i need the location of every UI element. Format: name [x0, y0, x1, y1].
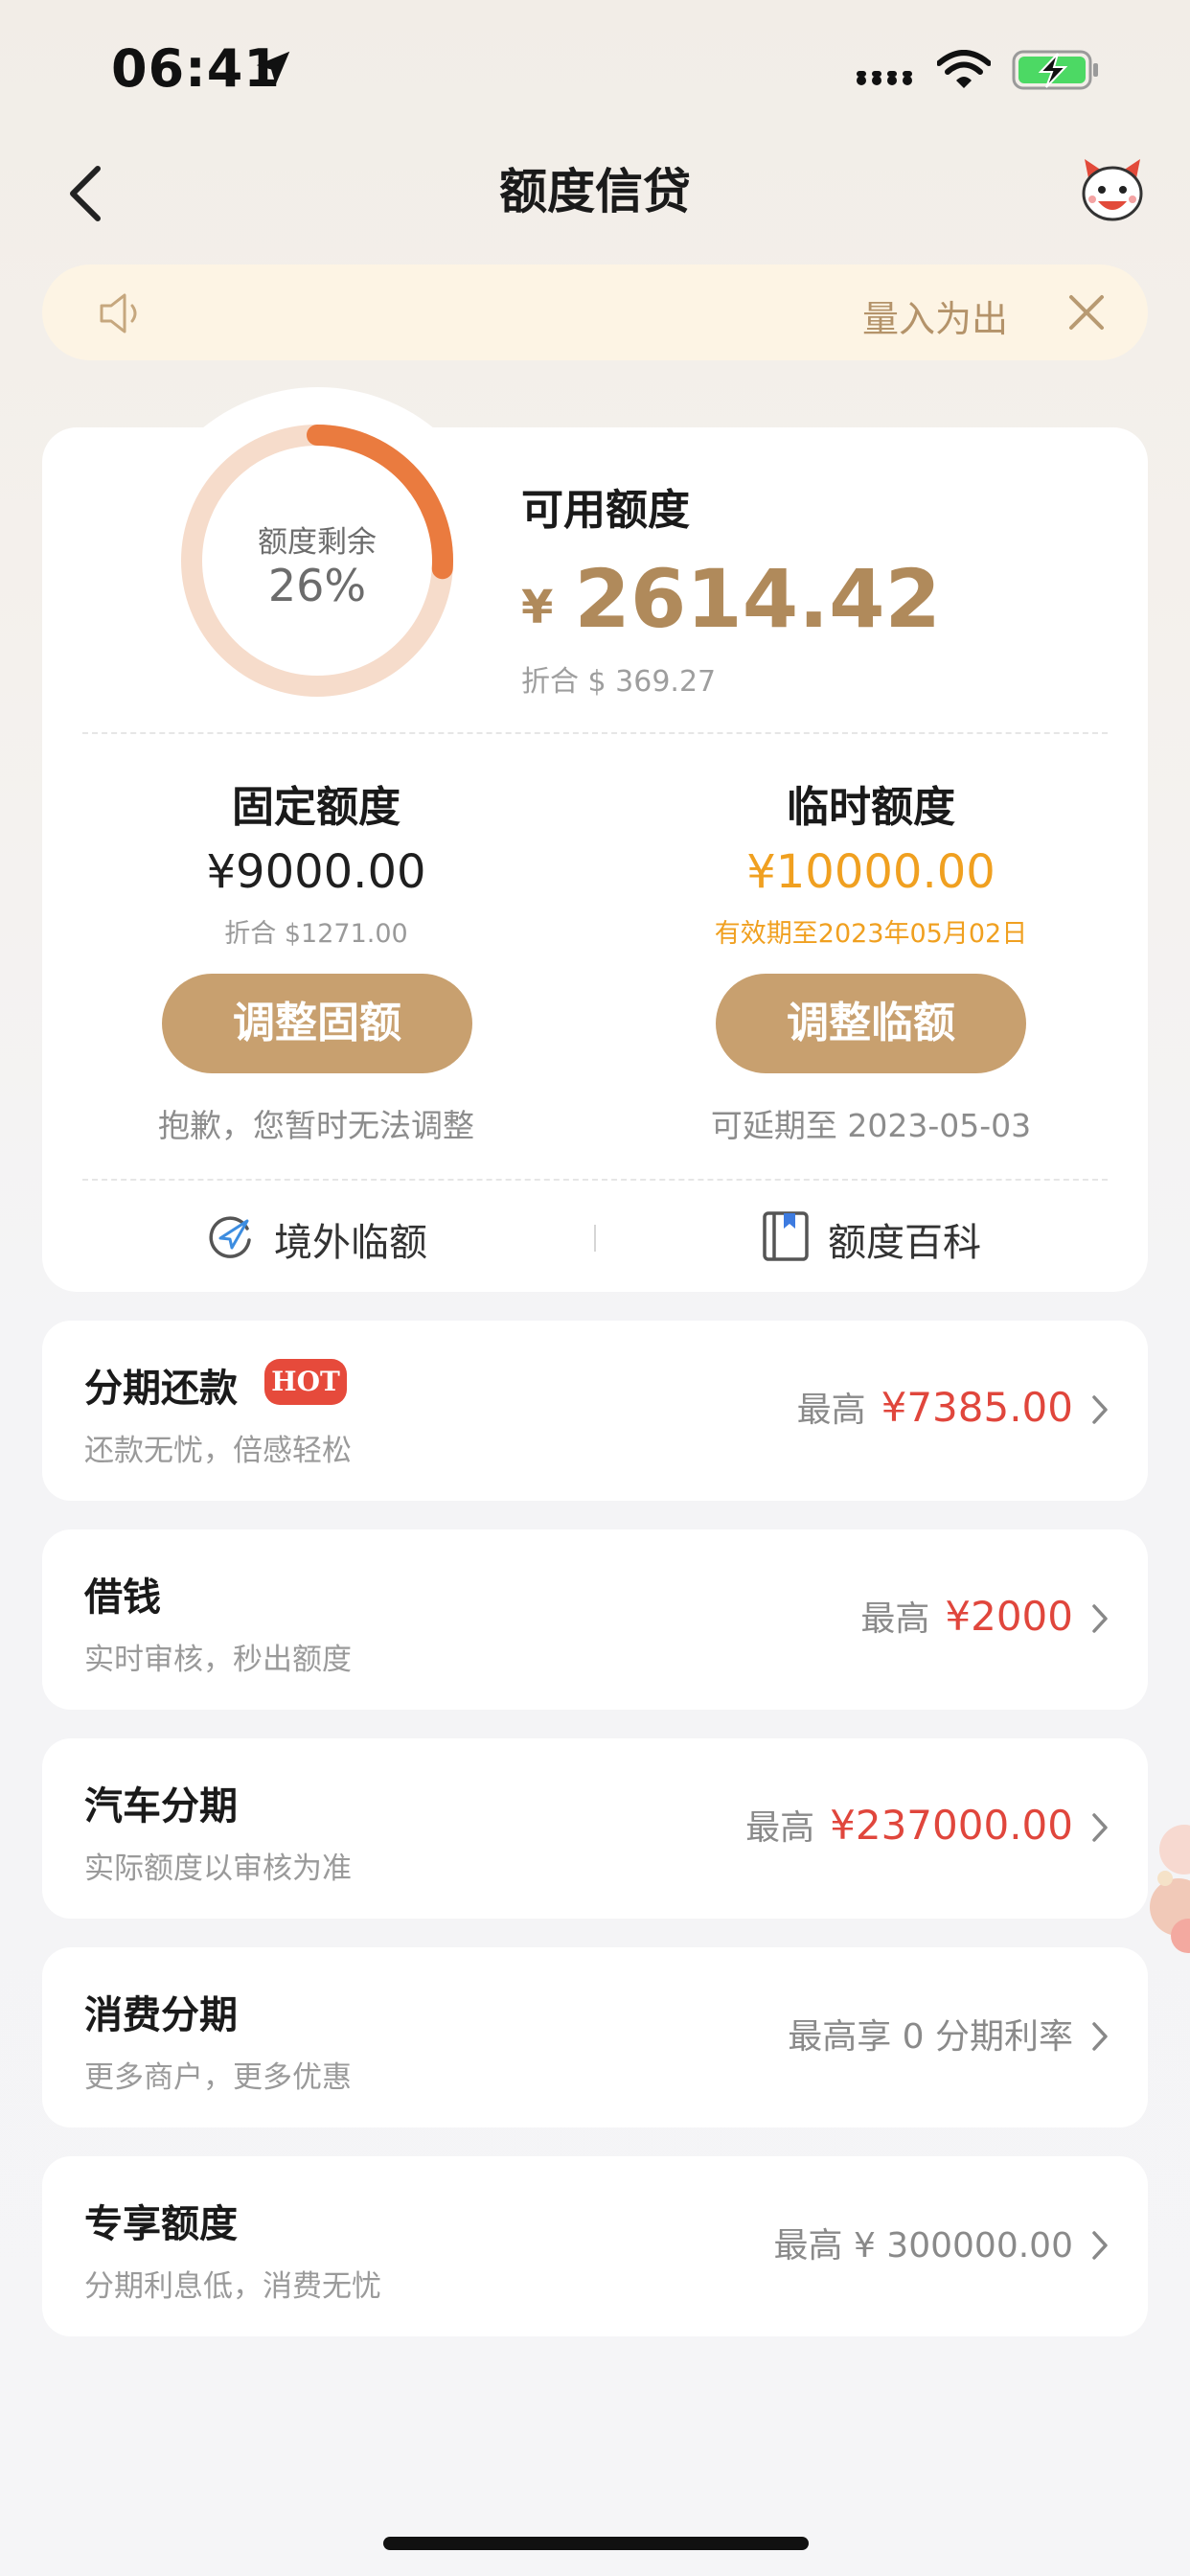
floating-mascot-decoration[interactable] [1146, 1802, 1190, 1955]
home-indicator[interactable] [383, 2537, 809, 2550]
temp-credit-note: 可延期至 2023-05-03 [710, 1107, 1032, 1144]
available-amount-value: 2614.42 [574, 552, 941, 646]
hot-badge: HOT [264, 1359, 347, 1405]
row-title: 汽车分期 [84, 1784, 238, 1828]
mascot-icon[interactable] [1079, 157, 1146, 224]
product-row-borrow[interactable]: 借钱 实时审核，秒出额度 最高 ¥2000 [42, 1530, 1148, 1710]
overseas-credit-link[interactable]: 境外临额 [274, 1211, 427, 1267]
row-subtitle: 实时审核，秒出额度 [84, 1643, 352, 1677]
product-row-car-installment[interactable]: 汽车分期 实际额度以审核为准 最高 ¥237000.00 [42, 1738, 1148, 1919]
available-credit-title: 可用额度 [521, 486, 690, 535]
limit-prefix: 最高 [745, 1808, 815, 1848]
chevron-right-icon [1092, 1395, 1108, 1424]
limit-prefix: 最高享 0 分期利率 [788, 2017, 1073, 2057]
product-row-consumer-installment[interactable]: 消费分期 更多商户，更多优惠 最高享 0 分期利率 [42, 1947, 1148, 2128]
row-title: 专享额度 [84, 2202, 238, 2246]
available-converted: 折合 $ 369.27 [521, 665, 717, 699]
chevron-right-icon [1092, 2022, 1108, 2051]
limit-prefix: 最高 ¥ 300000.00 [773, 2226, 1073, 2266]
speaker-icon [100, 293, 137, 334]
chevron-right-icon [1092, 2231, 1108, 2260]
page-title: 额度信贷 [499, 164, 691, 219]
product-row-exclusive-credit[interactable]: 专享额度 分期利息低，消费无忧 最高 ¥ 300000.00 [42, 2156, 1148, 2336]
adjust-fixed-button[interactable]: 调整固额 [162, 974, 472, 1073]
row-subtitle: 实际额度以审核为准 [84, 1852, 352, 1886]
credit-encyclopedia-link[interactable]: 额度百科 [828, 1211, 981, 1267]
row-title: 消费分期 [84, 1993, 238, 2037]
temp-credit-validity: 有效期至2023年05月02日 [714, 919, 1028, 949]
currency-symbol: ¥ [521, 581, 554, 634]
row-subtitle: 更多商户，更多优惠 [84, 2060, 352, 2095]
product-row-installment[interactable]: 分期还款 HOT 还款无忧，倍感轻松 最高 ¥7385.00 [42, 1321, 1148, 1501]
adjust-temp-button[interactable]: 调整临额 [716, 974, 1026, 1073]
row-title: 借钱 [84, 1576, 161, 1620]
ring-label: 额度剩余 [258, 525, 377, 560]
row-title: 分期还款 [84, 1367, 238, 1411]
location-arrow-icon [256, 51, 290, 85]
row-limit: 最高 ¥ 300000.00 [774, 2218, 1073, 2267]
temp-credit-title: 临时额度 [787, 783, 955, 832]
book-icon[interactable] [759, 1209, 812, 1263]
row-limit: 最高享 0 分期利率 [788, 2009, 1073, 2058]
temp-credit-amount: ¥10000.00 [746, 845, 995, 899]
row-limit: 最高 ¥2000 [860, 1591, 1073, 1641]
divider [82, 732, 1108, 734]
chevron-right-icon [1092, 1604, 1108, 1633]
row-subtitle: 还款无忧，倍感轻松 [84, 1434, 352, 1468]
fixed-credit-converted: 折合 $1271.00 [224, 919, 408, 949]
overseas-plane-icon[interactable] [203, 1209, 257, 1263]
limit-prefix: 最高 [796, 1391, 866, 1430]
limit-prefix: 最高 [860, 1599, 930, 1639]
link-separator [594, 1225, 596, 1252]
row-limit: 最高 ¥7385.00 [797, 1382, 1073, 1432]
available-credit-amount: ¥2614.42 [521, 552, 941, 646]
fixed-credit-title: 固定额度 [232, 783, 400, 832]
limit-amount: ¥7385.00 [881, 1384, 1073, 1431]
wifi-icon [937, 50, 991, 88]
fixed-credit-note: 抱歉，您暂时无法调整 [158, 1107, 474, 1144]
row-limit: 最高 ¥237000.00 [745, 1800, 1073, 1850]
row-subtitle: 分期利息低，消费无忧 [84, 2269, 381, 2304]
chevron-right-icon [1092, 1813, 1108, 1842]
limit-amount: ¥2000 [945, 1593, 1073, 1640]
signal-icon [857, 71, 912, 85]
battery-charging-icon [1012, 50, 1098, 90]
close-icon[interactable] [1065, 291, 1108, 334]
divider [82, 1179, 1108, 1181]
limit-amount: ¥237000.00 [830, 1802, 1073, 1849]
notice-text: 量入为出 [862, 298, 1009, 340]
notice-bar[interactable]: 量入为出 [42, 264, 1148, 360]
ring-percent: 26% [267, 560, 367, 611]
fixed-credit-amount: ¥9000.00 [206, 845, 426, 899]
